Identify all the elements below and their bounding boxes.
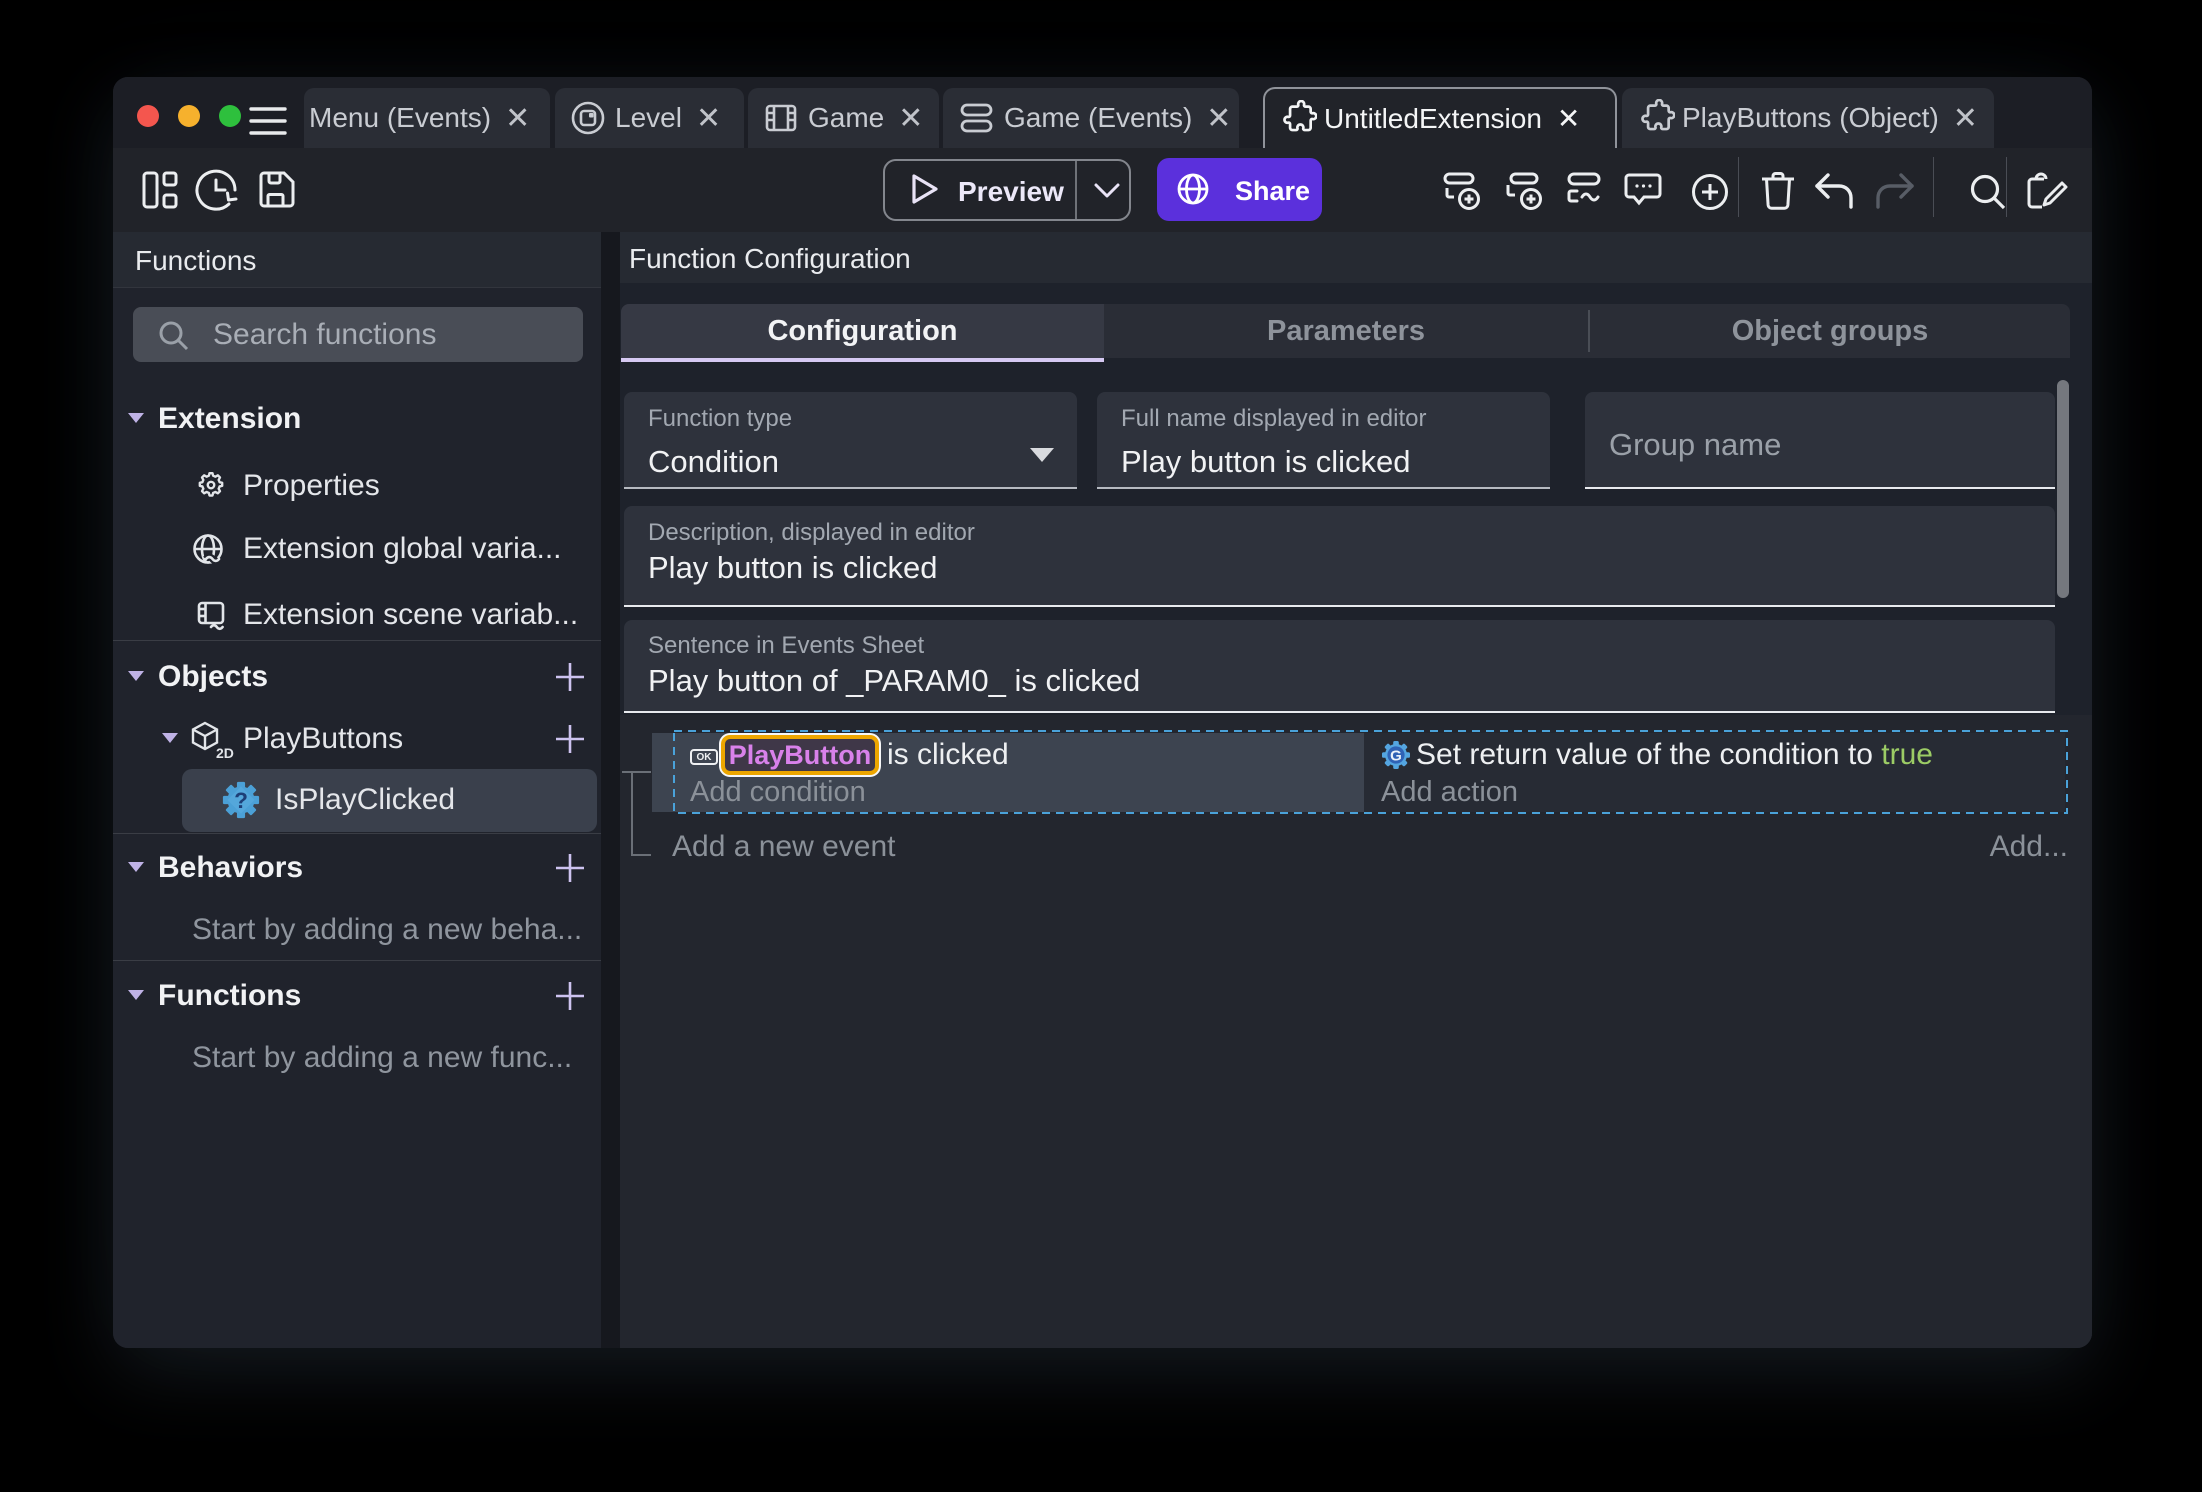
- svg-text:?: ?: [234, 788, 248, 813]
- svg-text:2D: 2D: [216, 745, 234, 760]
- svg-text:G: G: [1390, 748, 1402, 765]
